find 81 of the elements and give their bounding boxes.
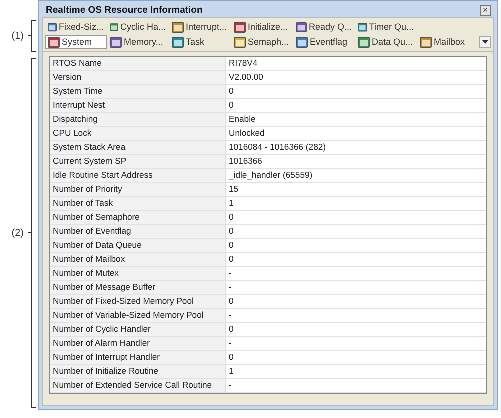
property-value: 1 [228, 197, 235, 210]
window-icon [110, 22, 118, 32]
property-name: Number of Semaphore [50, 211, 226, 224]
tab[interactable]: Ready Q... [293, 20, 355, 34]
property-value: 0 [228, 323, 235, 336]
property-value: - [228, 281, 233, 294]
property-value: 0 [228, 211, 235, 224]
property-name: Number of Message Buffer [50, 281, 226, 294]
property-name: Dispatching [50, 113, 226, 126]
property-value: 15 [228, 183, 240, 196]
window-icon [234, 36, 246, 48]
property-name: Number of Mutex [50, 267, 226, 280]
tab[interactable]: Initialize... [231, 20, 293, 34]
property-value: 0 [228, 85, 235, 98]
window-icon [296, 36, 308, 48]
window-icon [172, 22, 184, 32]
property-value: 0 [228, 295, 235, 308]
caret-icon [482, 40, 488, 44]
property-name: Number of Priority [50, 183, 226, 196]
window-icon [48, 22, 57, 32]
window-icon [296, 22, 307, 32]
dropdown-button[interactable] [479, 36, 491, 48]
callout-label: (1) [12, 30, 24, 42]
property-name: Number of Initialize Routine [50, 365, 226, 378]
property-name: Number of Alarm Handler [50, 337, 226, 350]
tab[interactable]: System [45, 35, 107, 49]
property-name: Number of Mailbox [50, 253, 226, 266]
window-icon [420, 36, 432, 48]
property-value: 0 [228, 253, 235, 266]
property-value: 1 [228, 365, 235, 378]
window-icon [110, 36, 122, 48]
property-value: 0 [228, 351, 235, 364]
property-name: Idle Routine Start Address [50, 169, 226, 182]
tab[interactable]: Eventflag [293, 35, 355, 49]
tab[interactable]: Task [169, 35, 231, 49]
property-name: Number of Eventflag [50, 225, 226, 238]
property-value: 0 [228, 225, 235, 238]
property-name: Version [50, 71, 226, 84]
tab[interactable]: Timer Qu... [355, 20, 417, 34]
property-value: V2.00.00 [228, 71, 264, 84]
property-name: Number of Variable-Sized Memory Pool [50, 309, 226, 322]
property-name: Number of Fixed-Sized Memory Pool [50, 295, 226, 308]
property-name: Number of Task [50, 197, 226, 210]
window-icon [234, 22, 246, 32]
property-value: - [228, 379, 233, 392]
property-name: RTOS Name [50, 57, 226, 70]
property-name: System Stack Area [50, 141, 226, 154]
property-name: Interrupt Nest [50, 99, 226, 112]
window-icon [358, 22, 368, 32]
window-title: Realtime OS Resource Information [46, 4, 203, 16]
property-value: 1016084 - 1016366 (282) [228, 141, 327, 154]
property-name: System Time [50, 85, 226, 98]
property-name: Number of Interrupt Handler [50, 351, 226, 364]
window-icon [48, 36, 60, 48]
window-icon [172, 36, 184, 48]
property-name: Number of Extended Service Call Routine [50, 379, 226, 392]
property-name: Number of Data Queue [50, 239, 226, 252]
property-name: Number of Cyclic Handler [50, 323, 226, 336]
tab[interactable]: Data Qu... [355, 35, 417, 49]
property-value: - [228, 309, 233, 322]
tab[interactable]: Mailbox [417, 35, 479, 49]
property-value: 0 [228, 239, 235, 252]
property-value: RI78V4 [228, 57, 259, 70]
property-value: _idle_handler (65559) [228, 169, 314, 182]
callout-label: (2) [12, 228, 24, 238]
bracket-line [27, 20, 37, 52]
property-value: 0 [228, 99, 235, 112]
property-value: - [228, 337, 233, 350]
window-icon [358, 36, 370, 48]
property-name: Current System SP [50, 155, 226, 168]
property-value: 1016366 [228, 155, 264, 168]
tab[interactable]: Cyclic Ha... [107, 20, 169, 34]
property-name: CPU Lock [50, 127, 226, 140]
tab[interactable]: Memory... [107, 35, 169, 49]
tab[interactable]: Fixed-Siz... [45, 20, 107, 34]
property-value: Unlocked [228, 127, 266, 140]
property-value: Enable [228, 113, 257, 126]
close-button[interactable]: × [480, 4, 491, 16]
tab[interactable]: Semaph... [231, 35, 293, 49]
property-value: - [228, 267, 233, 280]
tab[interactable]: Interrupt... [169, 20, 231, 34]
